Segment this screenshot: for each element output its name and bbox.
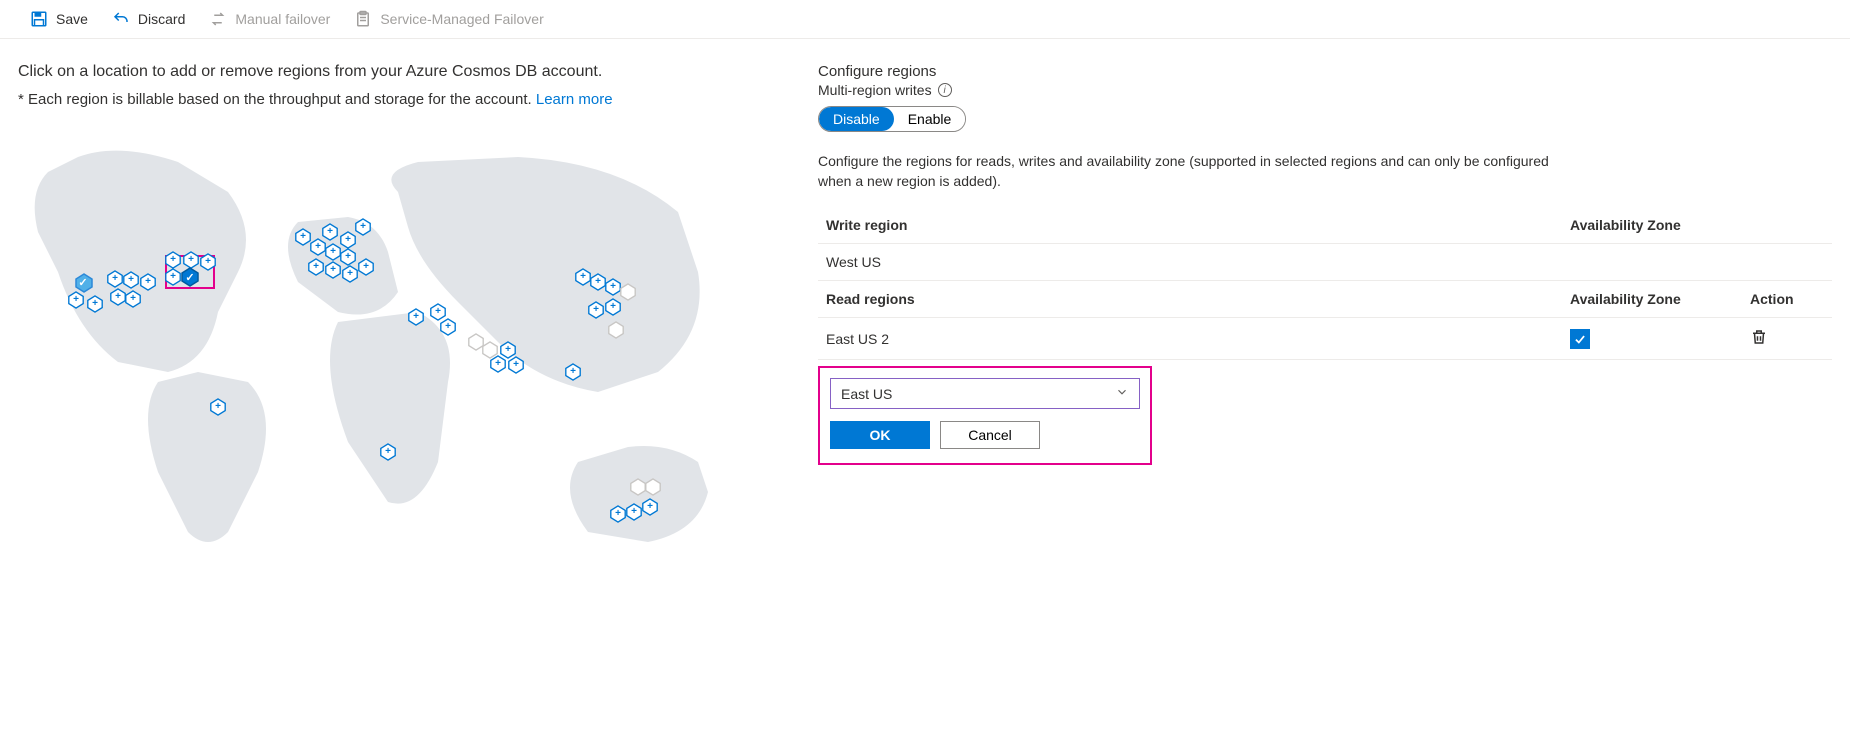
region-marker[interactable]: + [199,253,217,271]
region-marker[interactable]: + [209,398,227,416]
cancel-button[interactable]: Cancel [940,421,1040,449]
region-marker[interactable] [644,478,662,496]
map-svg [18,132,738,562]
read-regions-header: Read regions [818,281,1562,318]
save-button[interactable]: Save [30,10,88,28]
region-marker[interactable]: + [587,301,605,319]
region-marker[interactable]: ✓ [180,267,200,287]
billing-note: * Each region is billable based on the t… [18,91,758,108]
write-region-row: West US [818,244,1832,281]
delete-region-button[interactable] [1750,333,1768,349]
az-header: Availability Zone [1562,207,1742,244]
service-managed-label: Service-Managed Failover [380,11,543,27]
regions-description: Configure the regions for reads, writes … [818,152,1578,191]
multi-region-toggle[interactable]: Disable Enable [818,106,966,132]
region-marker[interactable]: + [86,295,104,313]
region-marker[interactable]: + [307,258,325,276]
write-region-table: Write region Availability Zone West US R… [818,207,1832,360]
discard-button[interactable]: Discard [112,10,185,28]
az-header-2: Availability Zone [1562,281,1742,318]
info-icon[interactable]: i [938,83,952,97]
region-marker[interactable]: + [407,308,425,326]
toggle-disable[interactable]: Disable [819,107,894,131]
action-header: Action [1742,281,1832,318]
chevron-down-icon [1115,385,1129,402]
dropdown-value: East US [841,386,892,402]
multi-region-text: Multi-region writes [818,82,932,98]
add-region-box: East US OK Cancel [818,366,1152,465]
world-map[interactable]: // placeholder to keep order; markers ad… [18,132,738,562]
region-dropdown[interactable]: East US [830,378,1140,409]
toggle-enable[interactable]: Enable [894,107,966,131]
region-marker[interactable]: + [122,271,140,289]
manual-failover-label: Manual failover [235,11,330,27]
region-marker[interactable]: + [324,261,342,279]
save-icon [30,10,48,28]
swap-icon [209,10,227,28]
region-marker[interactable]: + [604,298,622,316]
undo-icon [112,10,130,28]
region-marker[interactable]: + [641,498,659,516]
learn-more-link[interactable]: Learn more [536,91,613,108]
clipboard-icon [354,10,372,28]
region-marker[interactable] [607,321,625,339]
manual-failover-button: Manual failover [209,10,330,28]
region-marker[interactable]: + [67,291,85,309]
region-marker[interactable]: + [499,341,517,359]
toolbar: Save Discard Manual failover Service-Man… [0,0,1850,39]
configure-regions-title: Configure regions [818,63,1832,80]
read-region-row: East US 2 [818,318,1832,360]
region-marker[interactable]: ✓ [74,273,92,291]
ok-button[interactable]: OK [830,421,930,449]
region-marker[interactable]: + [439,318,457,336]
intro-text: Click on a location to add or remove reg… [18,63,758,81]
region-marker[interactable]: + [124,290,142,308]
write-region-value: West US [818,244,1562,281]
region-marker[interactable]: + [379,443,397,461]
service-managed-failover-button: Service-Managed Failover [354,10,543,28]
note-prefix: * Each region is billable based on the t… [18,91,536,108]
region-marker[interactable]: + [139,273,157,291]
save-label: Save [56,11,88,27]
region-marker[interactable]: + [357,258,375,276]
region-marker[interactable]: + [339,231,357,249]
read-region-value: East US 2 [818,318,1562,360]
az-checkbox[interactable] [1570,329,1590,349]
discard-label: Discard [138,11,185,27]
write-region-header: Write region [818,207,1562,244]
multi-region-writes-label: Multi-region writes i [818,82,1832,98]
region-marker[interactable]: + [321,223,339,241]
region-marker[interactable]: + [564,363,582,381]
